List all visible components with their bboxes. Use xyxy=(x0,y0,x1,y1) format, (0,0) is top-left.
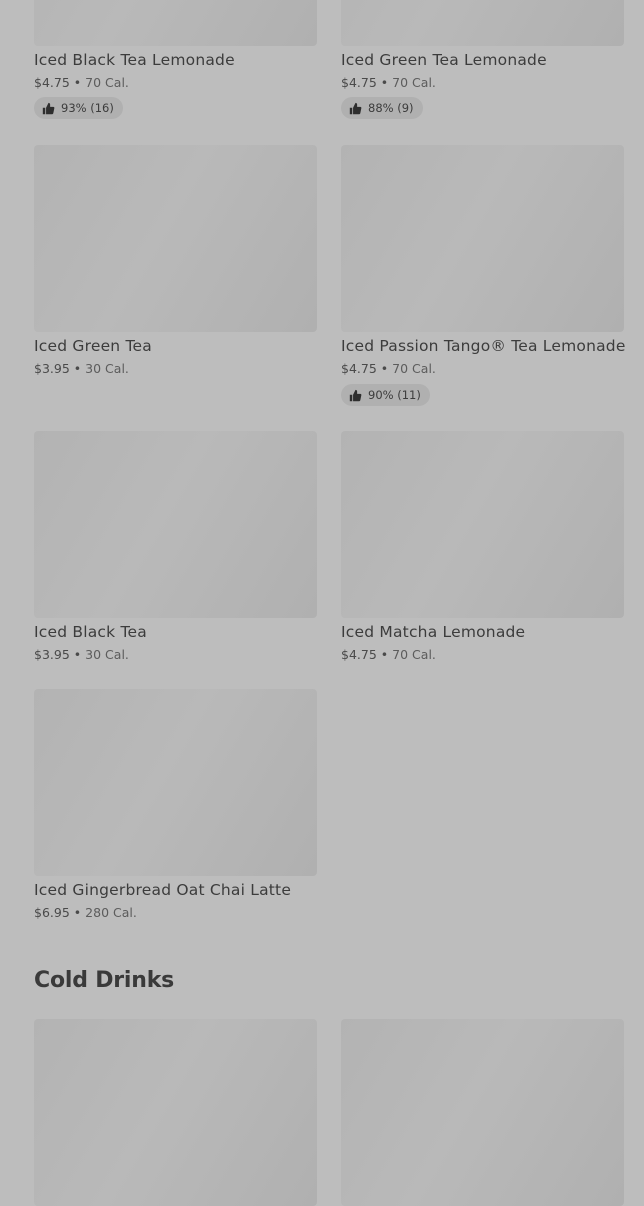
product-meta: $4.75 • 70 Cal. xyxy=(341,75,436,90)
product-meta: $4.75 • 70 Cal. xyxy=(34,75,129,90)
separator-dot: • xyxy=(380,647,389,662)
thumbs-up-icon xyxy=(349,102,362,115)
product-name[interactable]: Iced Passion Tango® Tea Lemonade xyxy=(341,337,626,355)
product-calories: 30 Cal. xyxy=(85,361,129,376)
product-price: $4.75 xyxy=(34,75,70,90)
product-name[interactable]: Iced Black Tea xyxy=(34,623,147,641)
product-price: $4.75 xyxy=(341,647,377,662)
product-calories: 30 Cal. xyxy=(85,647,129,662)
rating-badge: 90% (11) xyxy=(341,384,430,406)
product-calories: 70 Cal. xyxy=(392,75,436,90)
product-meta: $3.95 • 30 Cal. xyxy=(34,361,129,376)
rating-badge: 88% (9) xyxy=(341,97,423,119)
separator-dot: • xyxy=(380,361,389,376)
product-meta: $6.95 • 280 Cal. xyxy=(34,905,137,920)
product-image[interactable] xyxy=(341,1019,624,1206)
separator-dot: • xyxy=(380,75,389,90)
product-name[interactable]: Iced Green Tea xyxy=(34,337,152,355)
product-name[interactable]: Iced Matcha Lemonade xyxy=(341,623,525,641)
product-image[interactable] xyxy=(341,431,624,618)
product-name[interactable]: Iced Green Tea Lemonade xyxy=(341,51,547,69)
product-image[interactable] xyxy=(34,431,317,618)
product-calories: 280 Cal. xyxy=(85,905,137,920)
product-meta: $3.95 • 30 Cal. xyxy=(34,647,129,662)
product-image[interactable] xyxy=(34,0,317,46)
product-image[interactable] xyxy=(34,145,317,332)
product-calories: 70 Cal. xyxy=(392,647,436,662)
rating-text: 93% (16) xyxy=(61,101,114,115)
section-heading-cold-drinks: Cold Drinks xyxy=(34,968,175,993)
product-price: $4.75 xyxy=(341,361,377,376)
separator-dot: • xyxy=(73,905,82,920)
thumbs-up-icon xyxy=(42,102,55,115)
product-price: $6.95 xyxy=(34,905,70,920)
product-image[interactable] xyxy=(341,0,624,46)
product-meta: $4.75 • 70 Cal. xyxy=(341,361,436,376)
product-price: $3.95 xyxy=(34,361,70,376)
product-image[interactable] xyxy=(34,689,317,876)
product-name[interactable]: Iced Black Tea Lemonade xyxy=(34,51,235,69)
product-price: $4.75 xyxy=(341,75,377,90)
product-image[interactable] xyxy=(341,145,624,332)
rating-text: 88% (9) xyxy=(368,101,414,115)
product-name[interactable]: Iced Gingerbread Oat Chai Latte xyxy=(34,881,291,899)
rating-text: 90% (11) xyxy=(368,388,421,402)
product-meta: $4.75 • 70 Cal. xyxy=(341,647,436,662)
product-image[interactable] xyxy=(34,1019,317,1206)
separator-dot: • xyxy=(73,75,82,90)
separator-dot: • xyxy=(73,361,82,376)
product-price: $3.95 xyxy=(34,647,70,662)
product-calories: 70 Cal. xyxy=(392,361,436,376)
thumbs-up-icon xyxy=(349,389,362,402)
rating-badge: 93% (16) xyxy=(34,97,123,119)
separator-dot: • xyxy=(73,647,82,662)
product-calories: 70 Cal. xyxy=(85,75,129,90)
